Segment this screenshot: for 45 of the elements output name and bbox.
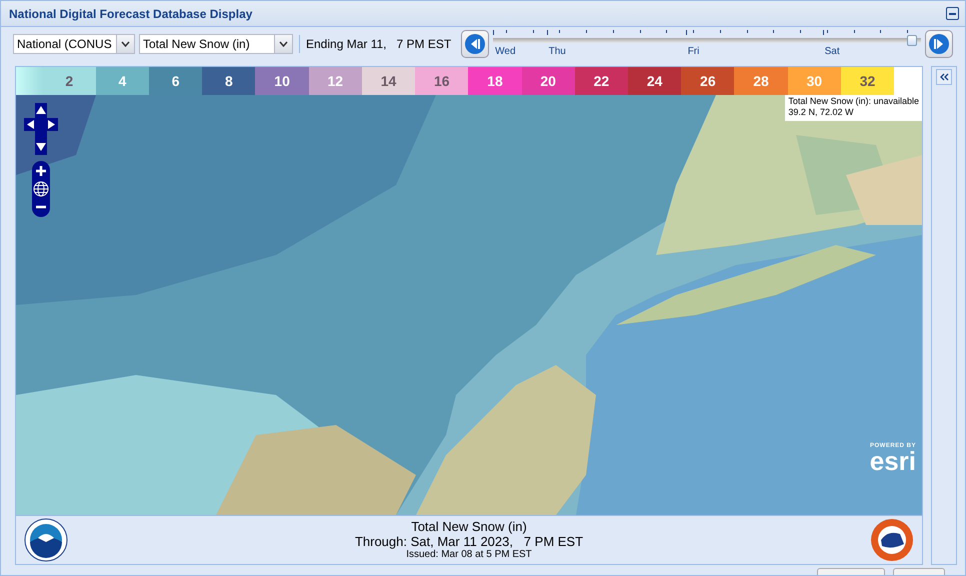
footer-issued: Issued: Mar 08 at 5 PM EST [406,549,532,561]
legend-label: 2 [42,67,96,95]
step-back-button[interactable] [461,30,490,58]
legend-label: 12 [308,67,362,95]
element-dropdown[interactable]: Total New Snow (in) [139,34,293,54]
zoom-in-button[interactable] [33,164,49,178]
caret-icon [279,41,288,47]
plus-icon [35,165,47,177]
double-chevron-icon [939,72,949,82]
legend-label: 28 [734,67,788,95]
caret-icon [121,41,130,47]
globe-icon[interactable] [33,181,49,197]
legend-label: 18 [468,67,522,95]
collapse-button[interactable] [946,7,959,20]
legend-label: 24 [628,67,682,95]
day-label: Wed [495,46,516,58]
legend-label: 22 [574,67,628,95]
footer-valid-time: Through: Sat, Mar 11 2023, 7 PM EST [354,534,584,549]
expand-panel-button[interactable] [936,69,952,85]
legend-label: 4 [96,67,150,95]
legend-label: 6 [149,67,202,95]
pan-icon[interactable] [24,103,58,155]
step-forward-button[interactable] [925,30,953,58]
info-value: Total New Snow (in): unavailable [788,96,919,107]
day-label: Fri [688,46,700,58]
legend-label: 20 [522,67,575,95]
weather-service-logo-icon [870,518,914,562]
day-label: Thu [548,46,566,58]
legend-label: 8 [202,67,256,95]
info-coordinates: 39.2 N, 72.02 W [788,107,854,118]
day-label: Sat [824,46,840,58]
ending-time: Ending Mar 11, 7 PM EST [306,37,452,51]
legend-label: 14 [362,67,416,95]
legend-label: 30 [788,67,841,95]
window-title: National Digital Forecast Database Display [9,6,252,20]
legend-swatch [16,67,43,95]
legend-label: 26 [681,67,734,95]
footer-title: Total New Snow (in) [411,519,527,534]
region-dropdown[interactable]: National (CONUS [13,34,135,54]
logo-wordmark: esri [870,449,916,473]
legend-label: 16 [415,67,468,95]
agency-logo-icon [24,518,68,562]
legend-label: 10 [255,67,309,95]
legend-label: 32 [840,67,894,95]
slider-thumb[interactable] [906,35,917,46]
